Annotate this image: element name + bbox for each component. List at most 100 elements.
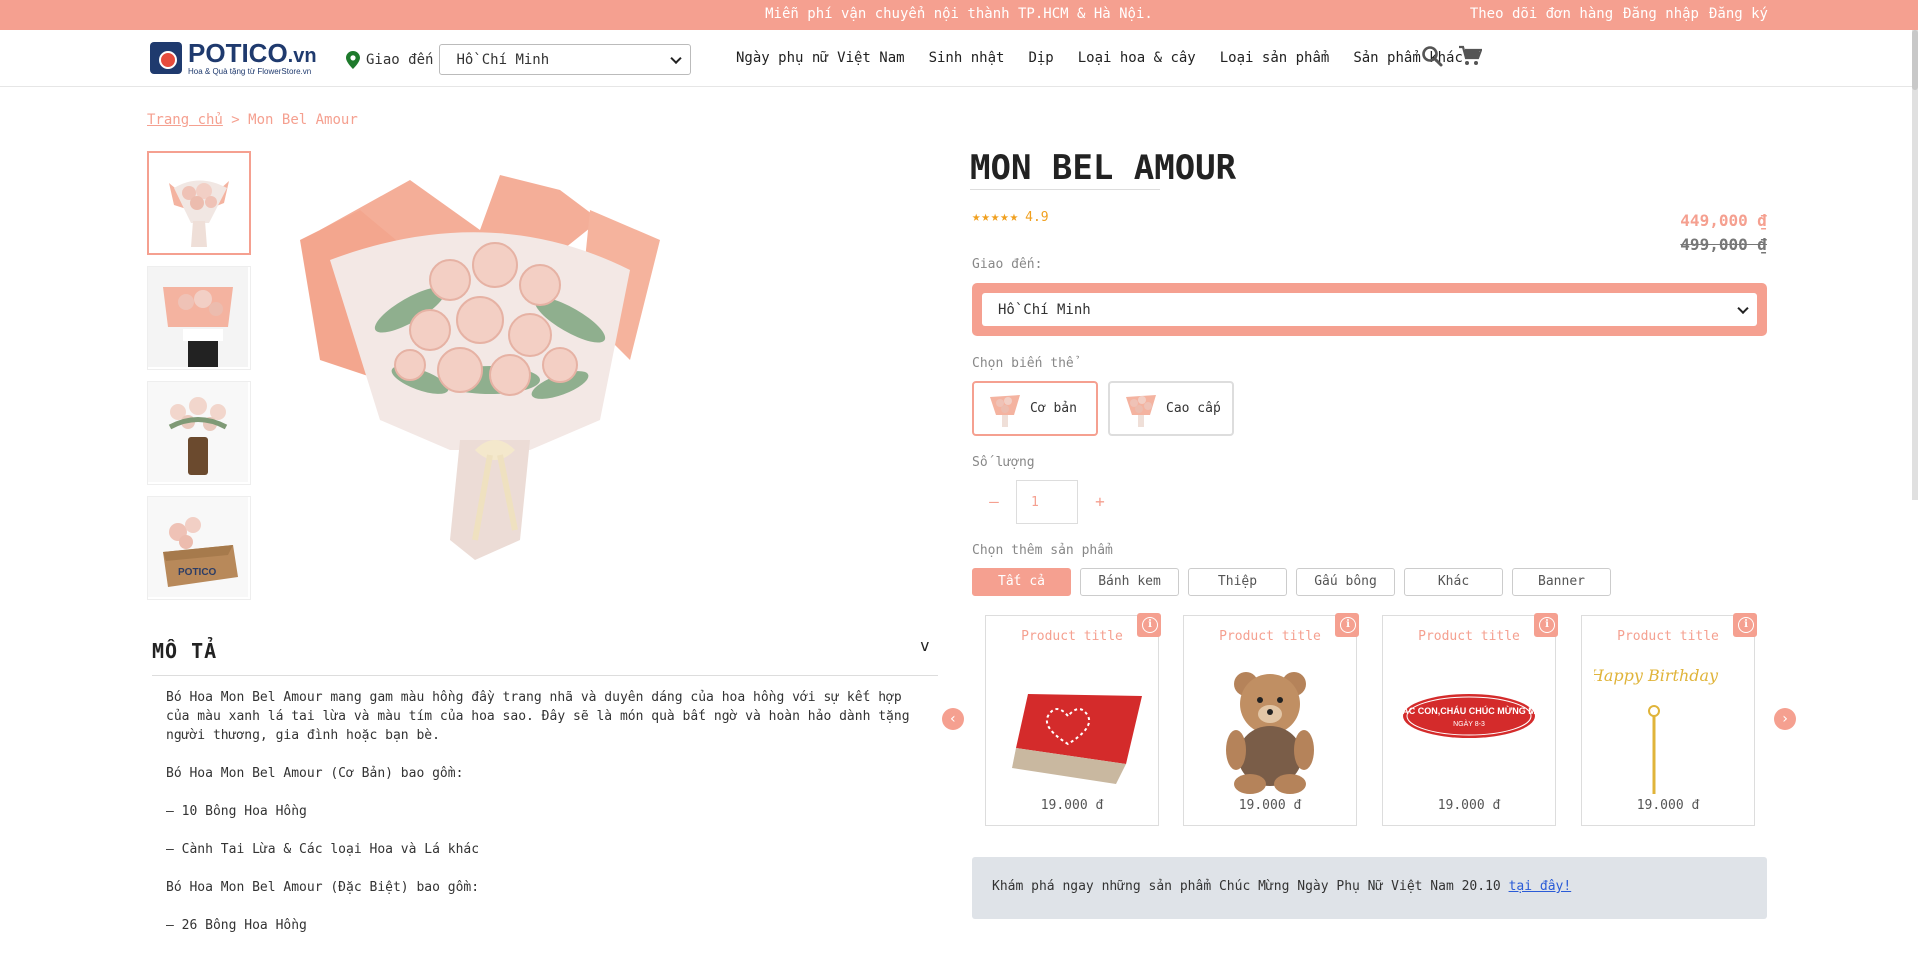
nav-item-occasion[interactable]: Dịp [1028,50,1053,66]
description-paragraph: Bó Hoa Mon Bel Amour (Cơ Bản) bao gồm: [166,766,464,781]
banner-text: CÁC CON,CHÁU CHÚC MỪNG MÁ [1396,705,1543,716]
info-icon[interactable] [1137,613,1161,637]
product-main-image[interactable] [300,160,700,590]
delivery-city-value: Hồ Chí Minh [998,301,1091,318]
track-order-link[interactable]: Theo dõi đơn hàng [1470,6,1613,22]
thumbnail-3[interactable] [147,381,251,485]
breadcrumb-current: Mon Bel Amour [248,112,358,128]
info-icon[interactable] [1335,613,1359,637]
breadcrumb-home[interactable]: Trang chủ [147,112,223,128]
addon-card[interactable]: Product title 19.000 đ [985,613,1161,826]
quantity-input[interactable]: 1 [1016,480,1078,524]
logo-mark-icon [150,42,182,74]
topper-text: Happy Birthday [1594,666,1719,685]
thumbnail-2[interactable] [147,266,251,370]
tab-banner[interactable]: Banner [1512,568,1611,596]
thumbnail-4[interactable]: POTICO [147,496,251,600]
description-title: MÔ TẢ [152,639,218,663]
addon-card-price: 19.000 đ [1238,798,1302,813]
star-rating-icon: ★★★★★ [972,209,1020,225]
variant-premium[interactable]: Cao cấp [1108,381,1234,436]
header-delivery: Giao đến Hồ Chí Minh [346,44,692,75]
header-city-select[interactable]: Hồ Chí Minh [439,44,692,75]
logo-name: POTICO [188,38,288,68]
product-rating: ★★★★★ 4.9 [972,209,1049,225]
addon-card-title: Product title [1021,629,1123,644]
info-icon[interactable] [1733,613,1757,637]
logo-tagline: Hoa & Quà tặng từ FlowerStore.vn [188,67,312,76]
info-icon[interactable] [1534,613,1558,637]
addon-card[interactable]: Product title Happy Birthday 19.000 đ [1581,613,1757,826]
nav-item-product-types[interactable]: Loại sản phẩm [1220,50,1330,66]
product-old-price: 499,000 ₫ [1680,235,1767,254]
variant-basic-thumb-icon [990,394,1020,427]
variant-basic[interactable]: Cơ bản [972,381,1098,436]
deliver-to-label: Giao đến: [972,257,1043,272]
location-pin-icon [346,50,360,69]
product-thumbnails: POTICO [147,151,251,611]
logo[interactable]: POTICO.vn Hoa & Quà tặng từ FlowerStore.… [150,40,317,76]
page-scrollbar[interactable] [1912,30,1918,500]
quantity-stepper: – 1 + [972,480,1122,524]
chevron-down-icon [670,52,683,64]
cart-icon[interactable] [1458,44,1482,68]
login-link[interactable]: Đăng nhập [1623,6,1699,22]
breadcrumb: Trang chủ > Mon Bel Amour [147,112,358,128]
description-toggle-icon[interactable]: v [920,636,930,655]
addon-card-price: 19.000 đ [1040,798,1104,813]
svg-text:POTICO: POTICO [178,567,217,578]
explore-banner: Khám phá ngay những sản phẩm Chúc Mừng N… [972,857,1767,919]
variant-label: Chọn biến thể [972,356,1074,371]
gift-box-thumb-icon: POTICO [148,497,248,597]
tab-cake[interactable]: Bánh kem [1080,568,1179,596]
addon-card-price: 19.000 đ [1437,798,1501,813]
banner-image: CÁC CON,CHÁU CHÚC MỪNG MÁ NGÀY 8-3 [1396,694,1543,738]
tab-all[interactable]: Tất cả [972,568,1071,596]
deliver-to-label: Giao đến [366,51,434,68]
description-paragraph: – 26 Bông Hoa Hồng [166,918,307,933]
vase-thumb-icon [148,382,248,482]
nav-item-womens-day[interactable]: Ngày phụ nữ Việt Nam [736,50,905,66]
product-title: MON BEL AMOUR [970,148,1237,188]
banner-subtext: NGÀY 8-3 [1453,719,1485,728]
bouquet-held-thumb-icon [148,267,248,367]
description-paragraph: Bó Hoa Mon Bel Amour (Đặc Biệt) bao gồm: [166,880,480,895]
addon-card-title: Product title [1219,629,1321,644]
addon-card[interactable]: Product title CÁC CON,CHÁU CHÚC MỪNG MÁ … [1382,613,1558,826]
greeting-card-image [1012,694,1142,784]
main-nav: Ngày phụ nữ Việt Nam Sinh nhật Dịp Loại … [736,50,1463,66]
addon-card-title: Product title [1418,629,1520,644]
addon-card-title: Product title [1617,629,1719,644]
title-underline [970,189,1160,190]
site-header: POTICO.vn Hoa & Quà tặng từ FlowerStore.… [0,30,1918,87]
explore-text: Khám phá ngay những sản phẩm Chúc Mừng N… [992,879,1509,894]
explore-link[interactable]: tại đây! [1509,879,1572,894]
register-link[interactable]: Đăng ký [1709,6,1768,22]
nav-item-flower-types[interactable]: Loại hoa & cây [1078,50,1196,66]
tab-other[interactable]: Khác [1404,568,1503,596]
bouquet-thumb-icon [169,180,229,247]
search-icon[interactable] [1420,44,1444,68]
quantity-minus-button[interactable]: – [972,480,1016,524]
thumbnail-1[interactable] [147,151,251,255]
nav-item-birthday[interactable]: Sinh nhật [929,50,1005,66]
tab-teddy[interactable]: Gấu bông [1296,568,1395,596]
product-price: 449,000 ₫ [1680,211,1767,230]
quantity-plus-button[interactable]: + [1078,480,1122,524]
addon-card-price: 19.000 đ [1636,798,1700,813]
description-body: Bó Hoa Mon Bel Amour mang gam màu hồng đ… [166,688,926,954]
delivery-city-select[interactable]: Hồ Chí Minh [982,293,1757,326]
addon-card[interactable]: Product title 19.000 đ [1183,613,1359,826]
description-divider [152,675,938,676]
delivery-city-box: Hồ Chí Minh [972,283,1767,336]
description-paragraph: – 10 Bông Hoa Hồng [166,804,307,819]
account-links: Theo dõi đơn hàng Đăng nhập Đăng ký [1470,6,1768,22]
addon-tabs: Tất cả Bánh kem Thiệp Gấu bông Khác Bann… [972,568,1611,596]
variant-basic-label: Cơ bản [1030,401,1077,416]
logo-suffix: .vn [287,45,317,67]
header-icons [1420,44,1482,68]
tab-card[interactable]: Thiệp [1188,568,1287,596]
cake-topper-image: Happy Birthday [1594,666,1719,794]
arrow-left-icon[interactable]: ‹ [942,708,964,730]
arrow-right-icon[interactable]: › [1774,708,1796,730]
